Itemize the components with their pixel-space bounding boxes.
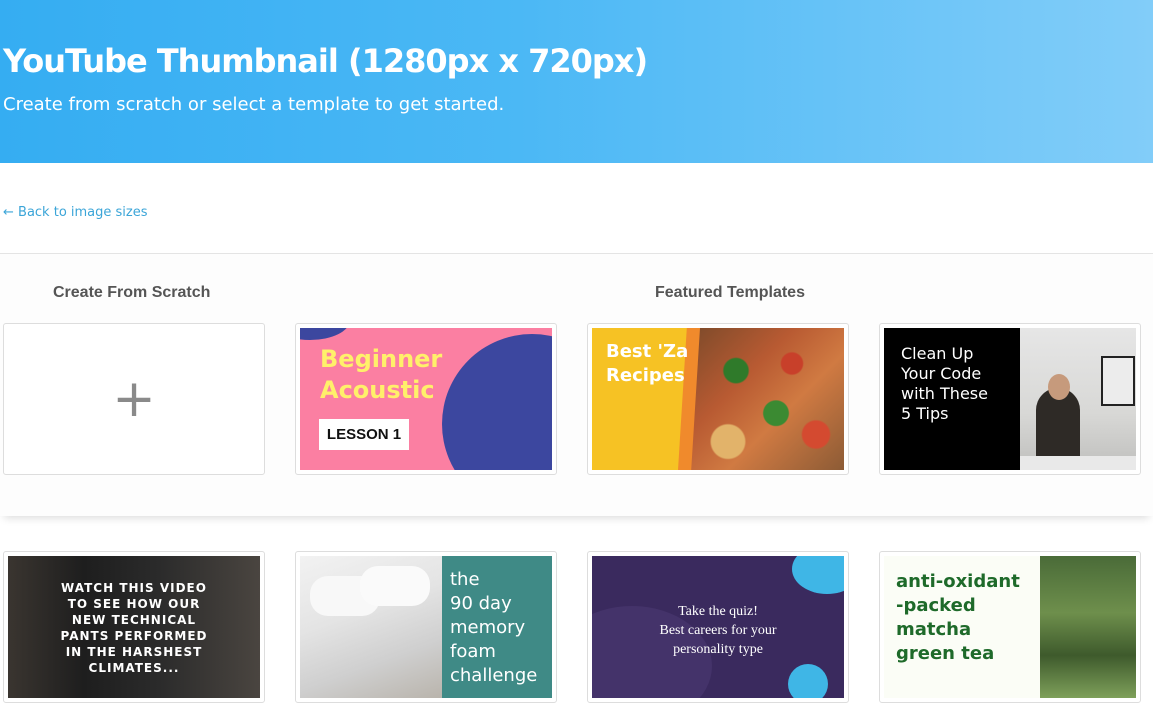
template-card-beginner-acoustic[interactable]: Beginner Acoustic LESSON 1 xyxy=(295,323,557,475)
template-card-matcha-green-tea[interactable]: anti-oxidant -packed matcha green tea xyxy=(879,551,1141,703)
featured-templates-heading: Featured Templates xyxy=(655,284,805,301)
template-title: anti-oxidant -packed matcha green tea xyxy=(896,571,1020,664)
decorative-shape xyxy=(442,334,552,470)
create-from-scratch-card[interactable]: + xyxy=(3,323,265,475)
decorative-shape xyxy=(1101,356,1135,406)
template-thumbnail: the 90 day memory foam challenge xyxy=(300,556,552,698)
template-card-watch-this-video[interactable]: WATCH THIS VIDEO TO SEE HOW OUR NEW TECH… xyxy=(3,551,265,703)
pizza-image xyxy=(688,328,844,470)
template-card-best-za-recipes[interactable]: Best 'Za Recipes xyxy=(587,323,849,475)
template-title: Take the quiz! Best careers for your per… xyxy=(659,604,777,657)
page-subtitle: Create from scratch or select a template… xyxy=(3,94,505,115)
template-thumbnail: anti-oxidant -packed matcha green tea xyxy=(884,556,1136,698)
create-from-scratch-heading: Create From Scratch xyxy=(53,284,211,301)
desk-image xyxy=(1020,456,1136,470)
plus-icon: + xyxy=(112,369,156,429)
decorative-shape xyxy=(300,328,350,340)
template-title: the 90 day memory foam challenge xyxy=(450,569,538,686)
decorative-shape xyxy=(788,664,828,698)
tea-plant-photo xyxy=(1040,556,1136,698)
template-title: Beginner Acoustic xyxy=(320,345,443,404)
person-head xyxy=(1048,374,1070,400)
template-title: Best 'Za Recipes xyxy=(606,341,689,386)
page-title: YouTube Thumbnail (1280px x 720px) xyxy=(3,42,648,80)
pillow-image xyxy=(360,566,430,606)
decorative-shape xyxy=(792,556,844,594)
template-title: WATCH THIS VIDEO TO SEE HOW OUR NEW TECH… xyxy=(60,581,208,675)
template-card-clean-up-your-code[interactable]: Clean Up Your Code with These 5 Tips xyxy=(879,323,1141,475)
back-to-image-sizes-link[interactable]: ← Back to image sizes xyxy=(3,205,148,220)
template-thumbnail: WATCH THIS VIDEO TO SEE HOW OUR NEW TECH… xyxy=(8,556,260,698)
template-title: Clean Up Your Code with These 5 Tips xyxy=(901,344,988,423)
template-thumbnail: Clean Up Your Code with These 5 Tips xyxy=(884,328,1136,470)
template-thumbnail: Best 'Za Recipes xyxy=(592,328,844,470)
template-card-memory-foam[interactable]: the 90 day memory foam challenge xyxy=(295,551,557,703)
template-card-career-quiz[interactable]: Take the quiz! Best careers for your per… xyxy=(587,551,849,703)
template-badge: LESSON 1 xyxy=(319,419,409,450)
page-header: YouTube Thumbnail (1280px x 720px) Creat… xyxy=(0,0,1153,163)
template-thumbnail: Beginner Acoustic LESSON 1 xyxy=(300,328,552,470)
template-thumbnail: Take the quiz! Best careers for your per… xyxy=(592,556,844,698)
